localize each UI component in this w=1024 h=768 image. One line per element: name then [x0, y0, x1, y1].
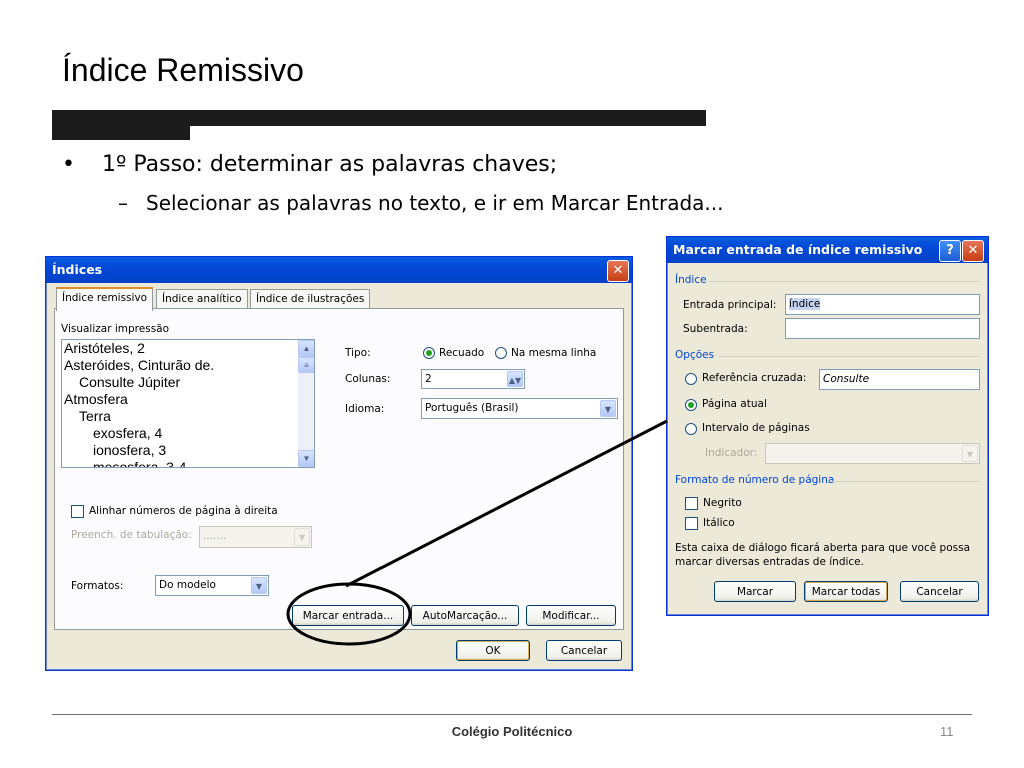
info-text-line1: Esta caixa de diálogo ficará aberta para… [675, 542, 971, 554]
radio-intervalo-paginas[interactable] [685, 423, 697, 435]
tab-indice-ilustracoes[interactable]: Índice de ilustrações [250, 289, 371, 308]
group-divider [832, 481, 979, 482]
preview-line: ionosfera, 3 [93, 442, 167, 458]
group-divider [719, 356, 979, 357]
footer-text: Colégio Politécnico [451, 724, 573, 739]
preench-dropdown[interactable]: ....... ▼ [199, 526, 312, 548]
group-opcoes-label: Opções [675, 349, 715, 361]
referencia-cruzada-input[interactable]: Consulte [819, 369, 980, 390]
group-divider [709, 281, 979, 282]
preview-line: Atmosfera [64, 391, 128, 407]
radio-referencia-cruzada[interactable] [685, 373, 697, 385]
tab-indice-remissivo[interactable]: Índice remissivo [56, 287, 154, 311]
preview-line: exosfera, 4 [93, 425, 163, 441]
negrito-checkbox[interactable] [685, 497, 698, 510]
close-button[interactable]: ✕ [962, 240, 984, 262]
preview-line: Asteróides, Cinturão de. [64, 357, 215, 373]
preview-line: Terra [79, 408, 111, 424]
negrito-label[interactable]: Negrito [703, 497, 742, 509]
align-label[interactable]: Alinhar números de página à direita [89, 505, 278, 517]
cancelar-button[interactable]: Cancelar [900, 581, 979, 602]
close-button[interactable]: ✕ [607, 260, 629, 282]
modificar-button[interactable]: Modificar... [526, 605, 616, 626]
slide-title: Índice Remissivo [62, 52, 304, 88]
tab-indice-analitico[interactable]: Índice analítico [156, 289, 248, 308]
marcar-entrada-dialog: Marcar entrada de índice remissivo ? ✕ Í… [666, 236, 989, 616]
spinner-arrows-icon[interactable]: ▲▼ [507, 371, 523, 387]
referencia-cruzada-label[interactable]: Referência cruzada: [702, 372, 806, 384]
italico-label[interactable]: Itálico [703, 517, 735, 529]
chevron-down-icon[interactable]: ▼ [600, 400, 616, 417]
scroll-thumb[interactable]: ≡ [298, 357, 314, 373]
info-text-line2: marcar diversas entradas de índice. [675, 556, 864, 568]
subentrada-label: Subentrada: [683, 323, 748, 335]
page-number: 11 [940, 724, 954, 739]
scroll-up-icon[interactable]: ▲ [298, 340, 314, 357]
italico-checkbox[interactable] [685, 517, 698, 530]
pagina-atual-label[interactable]: Página atual [702, 398, 767, 410]
marcar-titlebar[interactable]: Marcar entrada de índice remissivo ? ✕ [667, 237, 988, 263]
radio-pagina-atual[interactable] [685, 399, 697, 411]
colunas-label: Colunas: [345, 373, 391, 385]
preview-line: mesosfera, 3-4 [93, 459, 187, 468]
marcar-entrada-button[interactable]: Marcar entrada... [292, 605, 404, 626]
radio-recuado[interactable] [423, 347, 435, 359]
bullet-marker: • [62, 152, 75, 177]
indices-titlebar[interactable]: Índices ✕ [46, 257, 632, 283]
preview-line: Aristóteles, 2 [64, 340, 145, 356]
dialog-title: Índices [52, 262, 103, 277]
radio-mesma-linha-label[interactable]: Na mesma linha [511, 347, 596, 359]
formatos-label: Formatos: [71, 580, 124, 592]
marcar-todas-button[interactable]: Marcar todas [804, 581, 888, 602]
preview-line: Consulte Júpiter [79, 374, 181, 390]
idioma-label: Idioma: [345, 403, 385, 415]
marcar-button[interactable]: Marcar [714, 581, 796, 602]
align-checkbox[interactable] [71, 505, 84, 518]
radio-mesma-linha[interactable] [495, 347, 507, 359]
indicador-label: Indicador: [705, 447, 758, 459]
preview-scrollbar[interactable]: ▲ ≡ ▼ [298, 340, 314, 467]
group-indice-label: Índice [675, 274, 707, 286]
tipo-label: Tipo: [345, 347, 371, 359]
preview-listbox[interactable]: Aristóteles, 2 Asteróides, Cinturão de. … [61, 339, 315, 468]
chevron-down-icon[interactable]: ▼ [251, 577, 267, 594]
cancelar-button[interactable]: Cancelar [546, 640, 622, 661]
colunas-spinner[interactable]: 2 ▲▼ [421, 369, 525, 389]
sub-bullet-text: Selecionar as palavras no texto, e ir em… [146, 191, 724, 215]
intervalo-paginas-label[interactable]: Intervalo de páginas [702, 422, 810, 434]
footer-divider [52, 714, 972, 715]
title-accent-block [52, 110, 190, 140]
indicador-dropdown[interactable]: ▼ [765, 443, 980, 464]
tab-panel: Visualizar impressão Aristóteles, 2 Aste… [54, 308, 624, 630]
entrada-principal-label: Entrada principal: [683, 299, 777, 311]
group-formato-label: Formato de número de página [675, 474, 835, 486]
scroll-down-icon[interactable]: ▼ [298, 450, 314, 467]
idioma-dropdown[interactable]: Português (Brasil) ▼ [421, 398, 618, 419]
chevron-down-icon[interactable]: ▼ [294, 528, 310, 546]
ok-button[interactable]: OK [456, 640, 530, 661]
preench-label: Preench. de tabulação: [71, 529, 192, 541]
chevron-down-icon[interactable]: ▼ [962, 445, 978, 462]
radio-recuado-label[interactable]: Recuado [439, 347, 484, 359]
dialog-title: Marcar entrada de índice remissivo [673, 242, 923, 257]
bullet-text: 1º Passo: determinar as palavras chaves; [102, 152, 558, 177]
indices-dialog: Índices ✕ Índice remissivo Índice analít… [45, 256, 633, 671]
formatos-dropdown[interactable]: Do modelo ▼ [155, 575, 269, 596]
preview-label: Visualizar impressão [61, 323, 170, 335]
subentrada-input[interactable] [785, 318, 980, 339]
help-button[interactable]: ? [939, 240, 961, 262]
sub-bullet-marker: – [118, 191, 128, 215]
entrada-principal-input[interactable]: índice [785, 294, 980, 315]
automarcacao-button[interactable]: AutoMarcação... [411, 605, 519, 626]
